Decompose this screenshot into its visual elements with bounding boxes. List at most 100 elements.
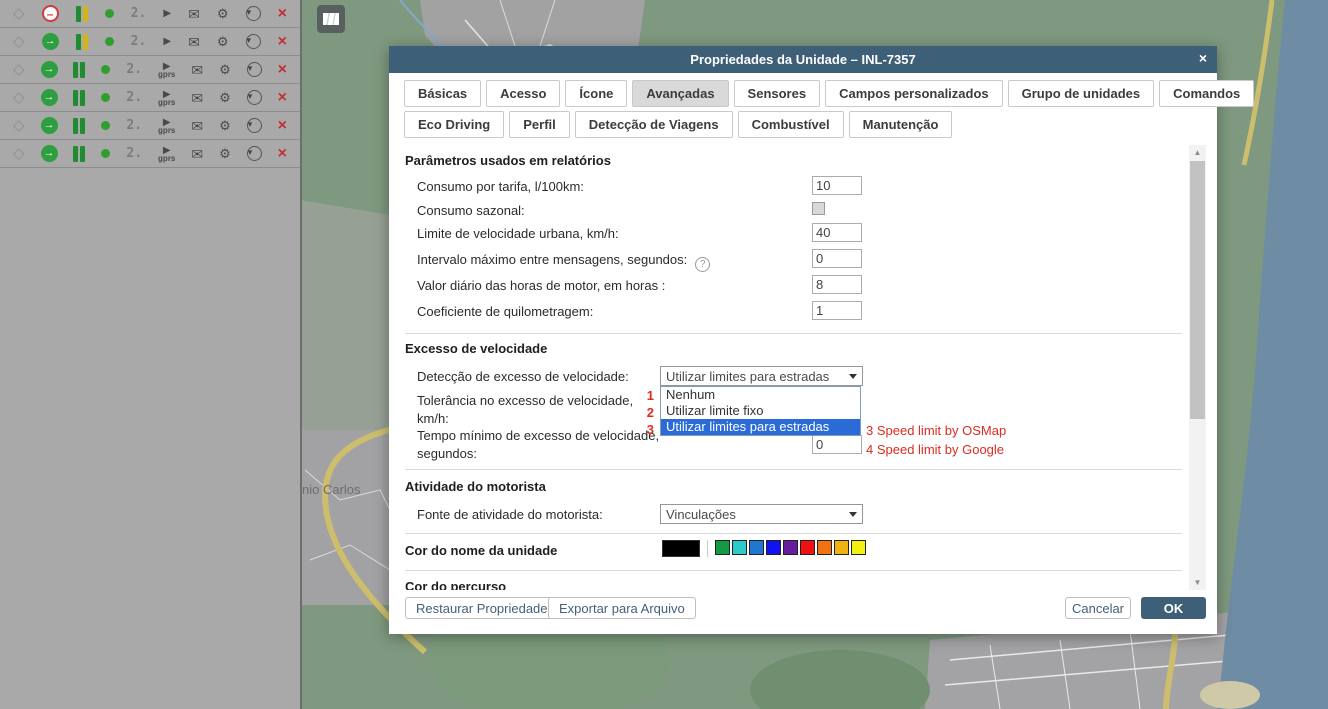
color-swatch[interactable] bbox=[783, 540, 798, 555]
color-swatch[interactable] bbox=[715, 540, 730, 555]
color-swatch[interactable] bbox=[817, 540, 832, 555]
gprs-connection-icon[interactable]: ▶gprs bbox=[158, 145, 175, 163]
annotation-google: 4 Speed limit by Google bbox=[866, 442, 1004, 457]
media-play-icon[interactable]: ▶ bbox=[163, 36, 171, 47]
consumo-tarifa-input[interactable] bbox=[812, 176, 862, 195]
option-limite-fixo[interactable]: Utilizar limite fixo bbox=[661, 403, 860, 419]
connection-dot-icon bbox=[101, 121, 110, 130]
properties-icon[interactable]: ⚙ bbox=[217, 35, 229, 48]
tab-campos-personalizados[interactable]: Campos personalizados bbox=[825, 80, 1003, 107]
signal-icon: 2. bbox=[126, 90, 142, 105]
scroll-down-icon[interactable]: ▼ bbox=[1189, 575, 1206, 590]
color-swatch[interactable] bbox=[732, 540, 747, 555]
gprs-connection-icon[interactable]: ▶gprs bbox=[158, 117, 175, 135]
tab-sensores[interactable]: Sensores bbox=[734, 80, 821, 107]
signal-icon: 2. bbox=[131, 6, 147, 21]
scroll-up-icon[interactable]: ▲ bbox=[1189, 145, 1206, 160]
unit-row[interactable]: ◇ → 2. ▶gprs ✉ ⚙ ▾ × bbox=[0, 112, 300, 140]
gprs-connection-icon[interactable]: ▶gprs bbox=[158, 89, 175, 107]
unit-row[interactable]: ◇ → 2. ▶ ✉ ⚙ ▾ × bbox=[0, 28, 300, 56]
unit-row[interactable]: ◇ → 2. ▶gprs ✉ ⚙ ▾ × bbox=[0, 56, 300, 84]
help-icon[interactable]: ? bbox=[695, 257, 710, 272]
locate-icon[interactable]: ◇ bbox=[13, 146, 25, 161]
tab-basicas[interactable]: Básicas bbox=[404, 80, 481, 107]
messages-icon[interactable]: ✉ bbox=[191, 119, 203, 133]
option-nenhum[interactable]: Nenhum bbox=[661, 387, 860, 403]
dialog-titlebar[interactable]: Propriedades da Unidade – INL-7357 × bbox=[389, 46, 1217, 73]
messages-icon[interactable]: ✉ bbox=[191, 63, 203, 77]
actions-menu-icon[interactable]: ▾ bbox=[247, 90, 262, 105]
tab-perfil[interactable]: Perfil bbox=[509, 111, 570, 138]
close-icon[interactable]: × bbox=[1199, 50, 1207, 66]
data-accuracy-icon bbox=[76, 34, 88, 50]
properties-icon[interactable]: ⚙ bbox=[217, 7, 229, 20]
properties-icon[interactable]: ⚙ bbox=[219, 119, 231, 132]
locate-icon[interactable]: ◇ bbox=[13, 6, 25, 21]
export-to-file-button[interactable]: Exportar para Arquivo bbox=[548, 597, 696, 619]
unit-row[interactable]: ◇ → 2. ▶gprs ✉ ⚙ ▾ × bbox=[0, 84, 300, 112]
messages-icon[interactable]: ✉ bbox=[191, 147, 203, 161]
option-limites-estradas[interactable]: Utilizar limites para estradas bbox=[661, 419, 860, 435]
tab-combustivel[interactable]: Combustível bbox=[738, 111, 844, 138]
remove-unit-icon[interactable]: × bbox=[278, 89, 287, 107]
tab-comandos[interactable]: Comandos bbox=[1159, 80, 1254, 107]
actions-menu-icon[interactable]: ▾ bbox=[247, 118, 262, 133]
map-sand bbox=[1200, 681, 1260, 709]
valor-diario-horas-motor-input[interactable] bbox=[812, 275, 862, 294]
gprs-connection-icon[interactable]: ▶gprs bbox=[158, 61, 175, 79]
unit-row[interactable]: ◇ → 2. ▶gprs ✉ ⚙ ▾ × bbox=[0, 140, 300, 168]
restore-properties-button[interactable]: Restaurar Propriedades bbox=[405, 597, 565, 619]
locate-icon[interactable]: ◇ bbox=[13, 34, 25, 49]
remove-unit-icon[interactable]: × bbox=[278, 61, 287, 79]
swatch-divider bbox=[707, 540, 708, 557]
remove-unit-icon[interactable]: × bbox=[278, 5, 287, 23]
tempo-minimo-input[interactable] bbox=[812, 435, 862, 454]
locate-icon[interactable]: ◇ bbox=[13, 90, 25, 105]
coeficiente-quilometragem-input[interactable] bbox=[812, 301, 862, 320]
remove-unit-icon[interactable]: × bbox=[278, 117, 287, 135]
map-layers-button[interactable] bbox=[317, 5, 345, 33]
tab-grupo-de-unidades[interactable]: Grupo de unidades bbox=[1008, 80, 1154, 107]
locate-icon[interactable]: ◇ bbox=[13, 118, 25, 133]
color-swatch[interactable] bbox=[749, 540, 764, 555]
actions-menu-icon[interactable]: ▾ bbox=[247, 146, 262, 161]
ok-button[interactable]: OK bbox=[1141, 597, 1206, 619]
cancel-button[interactable]: Cancelar bbox=[1065, 597, 1131, 619]
section-speeding-heading: Excesso de velocidade bbox=[405, 341, 547, 356]
properties-icon[interactable]: ⚙ bbox=[219, 91, 231, 104]
color-swatch[interactable] bbox=[766, 540, 781, 555]
properties-icon[interactable]: ⚙ bbox=[219, 63, 231, 76]
tab-acesso[interactable]: Acesso bbox=[486, 80, 560, 107]
messages-icon[interactable]: ✉ bbox=[188, 7, 200, 21]
dialog-scrollbar[interactable]: ▲ ▼ bbox=[1189, 145, 1206, 590]
intervalo-maximo-input[interactable] bbox=[812, 249, 862, 268]
color-swatch[interactable] bbox=[834, 540, 849, 555]
limite-velocidade-urbana-input[interactable] bbox=[812, 223, 862, 242]
motion-active-icon: → bbox=[41, 61, 58, 78]
tab-icone[interactable]: Ícone bbox=[565, 80, 627, 107]
deteccao-excesso-select[interactable]: Utilizar limites para estradas bbox=[660, 366, 863, 386]
current-color-swatch[interactable] bbox=[662, 540, 700, 557]
actions-menu-icon[interactable]: ▾ bbox=[247, 62, 262, 77]
actions-menu-icon[interactable]: ▾ bbox=[246, 6, 261, 21]
tab-avancadas[interactable]: Avançadas bbox=[632, 80, 728, 107]
remove-unit-icon[interactable]: × bbox=[278, 145, 287, 163]
color-swatch[interactable] bbox=[800, 540, 815, 555]
tab-row-2: Eco Driving Perfil Detecção de Viagens C… bbox=[404, 111, 952, 138]
remove-unit-icon[interactable]: × bbox=[278, 33, 287, 51]
chevron-down-icon bbox=[849, 374, 857, 379]
tab-manutencao[interactable]: Manutenção bbox=[849, 111, 953, 138]
messages-icon[interactable]: ✉ bbox=[188, 35, 200, 49]
consumo-sazonal-checkbox[interactable] bbox=[812, 202, 825, 215]
fonte-atividade-select[interactable]: Vinculações bbox=[660, 504, 863, 524]
scrollbar-thumb[interactable] bbox=[1190, 161, 1205, 419]
color-swatch[interactable] bbox=[851, 540, 866, 555]
messages-icon[interactable]: ✉ bbox=[191, 91, 203, 105]
unit-row[interactable]: ◇ – 2. ▶ ✉ ⚙ ▾ × bbox=[0, 0, 300, 28]
actions-menu-icon[interactable]: ▾ bbox=[246, 34, 261, 49]
media-play-icon[interactable]: ▶ bbox=[163, 8, 171, 19]
tab-deteccao-de-viagens[interactable]: Detecção de Viagens bbox=[575, 111, 733, 138]
tab-eco-driving[interactable]: Eco Driving bbox=[404, 111, 504, 138]
locate-icon[interactable]: ◇ bbox=[13, 62, 25, 77]
properties-icon[interactable]: ⚙ bbox=[219, 147, 231, 160]
